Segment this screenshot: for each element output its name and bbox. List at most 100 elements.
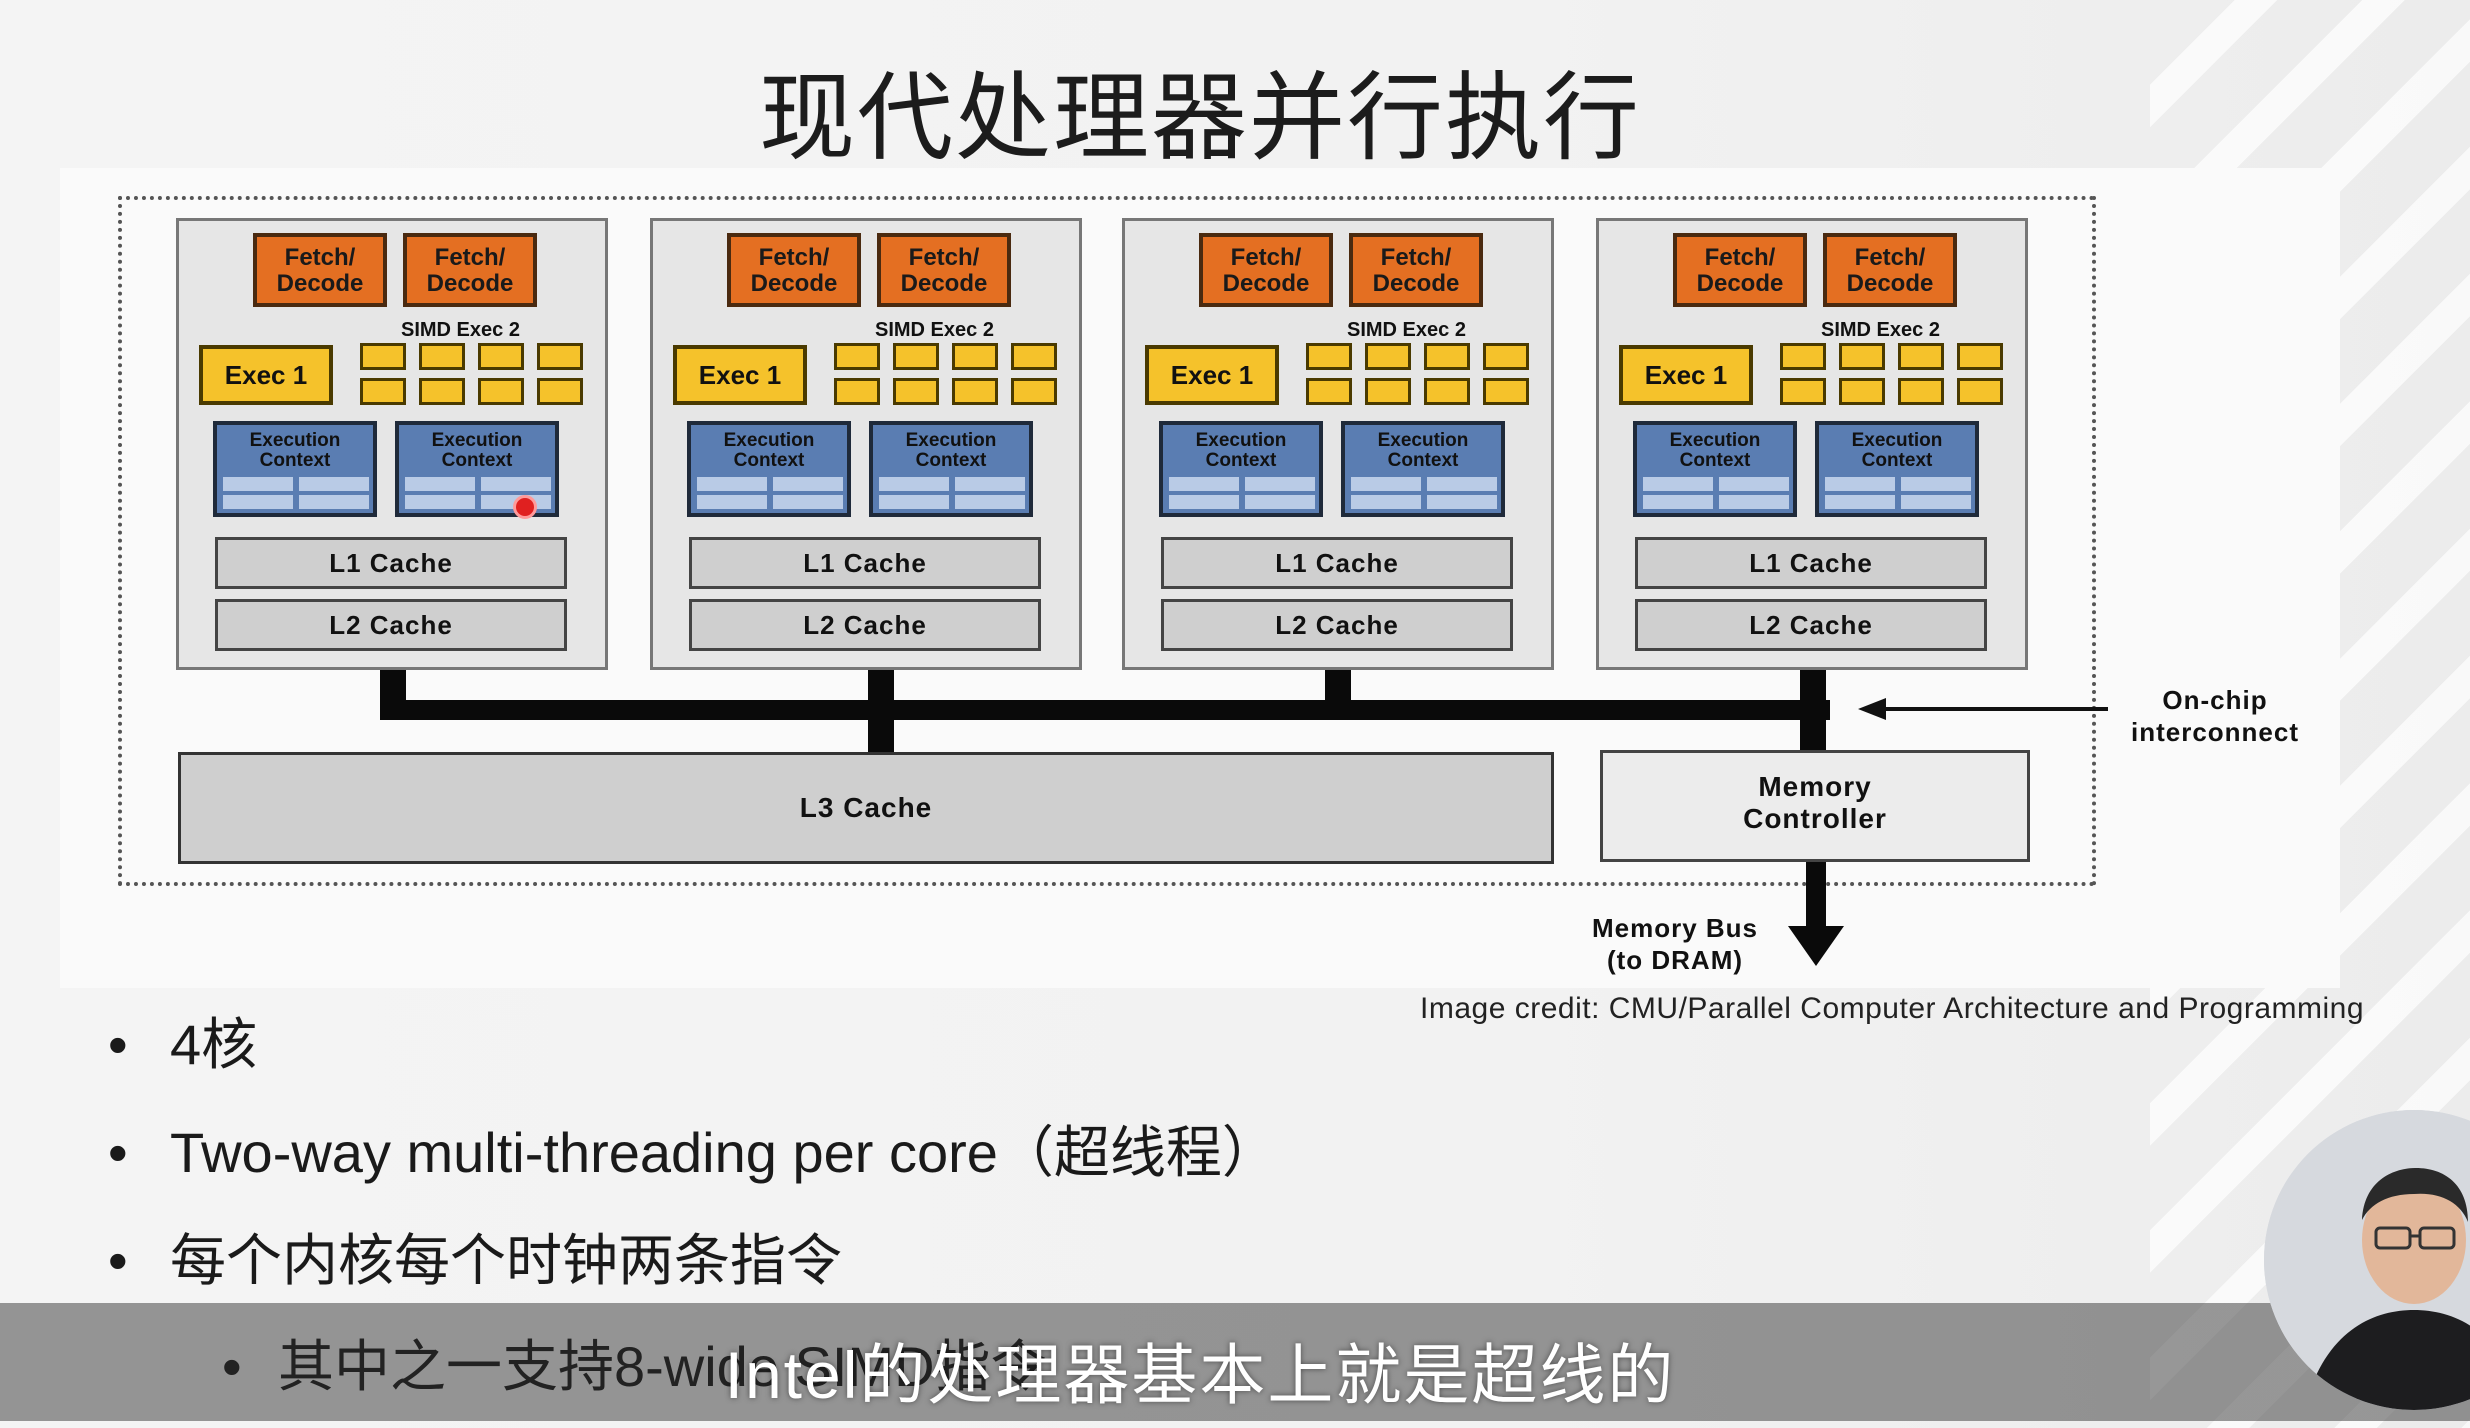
execution-context: Execution Context — [1159, 421, 1323, 517]
context-register — [773, 495, 843, 509]
memory-bus-arrow — [1788, 862, 1844, 966]
bullet-3: • 每个内核每个时钟两条指令 — [108, 1229, 842, 1292]
interconnect-arrow — [1858, 698, 2108, 720]
context-register — [1901, 495, 1971, 509]
simd-alu — [1011, 378, 1057, 405]
context-register — [1169, 477, 1239, 491]
context-register — [1901, 477, 1971, 491]
context-register — [955, 477, 1025, 491]
execution-context: Execution Context — [213, 421, 377, 517]
simd-alu — [1306, 343, 1352, 370]
l2-cache: L2 Cache — [1161, 599, 1513, 651]
bullet-2: • Two-way multi-threading per core（超线程） — [108, 1121, 1278, 1184]
fetch-decode-unit: Fetch/ Decode — [1823, 233, 1957, 307]
execution-context-label: Execution Context — [1669, 430, 1761, 471]
simd-exec-label: SIMD Exec 2 — [875, 319, 994, 341]
fetch-decode-unit: Fetch/ Decode — [877, 233, 1011, 307]
execution-context: Execution Context — [687, 421, 851, 517]
bullet-3-text: 每个内核每个时钟两条指令 — [170, 1229, 842, 1292]
exec-1-unit: Exec 1 — [199, 345, 333, 405]
simd-alu — [1424, 343, 1470, 370]
context-register — [1719, 477, 1789, 491]
context-register — [955, 495, 1025, 509]
image-credit: Image credit: CMU/Parallel Computer Arch… — [1420, 992, 2365, 1025]
simd-alu — [419, 343, 465, 370]
core-4-bus-link — [1800, 670, 1826, 752]
simd-alu — [360, 343, 406, 370]
execution-context: Execution Context — [869, 421, 1033, 517]
context-register — [1351, 477, 1421, 491]
l2-cache: L2 Cache — [689, 599, 1041, 651]
simd-alu — [1780, 343, 1826, 370]
onchip-interconnect-label: On-chip interconnect — [2130, 685, 2300, 747]
bullet-1-text: 4核 — [170, 1013, 258, 1076]
simd-alu — [1957, 343, 2003, 370]
context-register — [1643, 495, 1713, 509]
context-register — [1427, 477, 1497, 491]
exec-1-unit: Exec 1 — [1619, 345, 1753, 405]
context-register — [405, 495, 475, 509]
execution-context-label: Execution Context — [905, 430, 997, 471]
context-register — [773, 477, 843, 491]
l2-cache: L2 Cache — [215, 599, 567, 651]
l1-cache: L1 Cache — [1635, 537, 1987, 589]
simd-alu — [1424, 378, 1470, 405]
execution-context: Execution Context — [1633, 421, 1797, 517]
simd-alu — [1011, 343, 1057, 370]
simd-alu — [360, 378, 406, 405]
simd-alu — [952, 343, 998, 370]
simd-alu — [1483, 343, 1529, 370]
fetch-decode-unit: Fetch/ Decode — [1673, 233, 1807, 307]
simd-alu — [893, 343, 939, 370]
fetch-decode-unit: Fetch/ Decode — [253, 233, 387, 307]
context-register — [1719, 495, 1789, 509]
slide-title: 现代处理器并行执行 — [759, 65, 1641, 172]
simd-alu — [537, 378, 583, 405]
core-3-bus-link — [1325, 670, 1351, 720]
interconnect-bus — [380, 700, 1830, 720]
simd-alu — [537, 343, 583, 370]
context-register — [1825, 477, 1895, 491]
fetch-decode-unit: Fetch/ Decode — [727, 233, 861, 307]
simd-alu — [1839, 378, 1885, 405]
context-register — [299, 477, 369, 491]
context-register — [223, 495, 293, 509]
core-1-bus-link — [380, 670, 406, 720]
exec-1-unit: Exec 1 — [673, 345, 807, 405]
simd-alu — [1306, 378, 1352, 405]
execution-context-label: Execution Context — [1377, 430, 1469, 471]
simd-alu — [478, 343, 524, 370]
execution-context-label: Execution Context — [1195, 430, 1287, 471]
l1-cache: L1 Cache — [215, 537, 567, 589]
context-register — [1351, 495, 1421, 509]
simd-alu — [893, 378, 939, 405]
context-register — [879, 477, 949, 491]
core-2: Fetch/ Decode Fetch/ Decode SIMD Exec 2 Exe… — [650, 218, 1082, 670]
core-3: Fetch/ Decode Fetch/ Decode SIMD Exec 2 Exe… — [1122, 218, 1554, 670]
l1-cache: L1 Cache — [689, 537, 1041, 589]
context-register — [1427, 495, 1497, 509]
core-1: Fetch/ Decode Fetch/ Decode SIMD Exec 2 Exe… — [176, 218, 608, 670]
l1-cache: L1 Cache — [1161, 537, 1513, 589]
simd-alu — [952, 378, 998, 405]
simd-alu — [1898, 343, 1944, 370]
context-register — [223, 477, 293, 491]
video-subtitle: Intel的处理器基本上就是超线的 — [724, 1338, 1676, 1412]
context-register — [481, 477, 551, 491]
memory-bus-label: Memory Bus (to DRAM) — [1591, 913, 1759, 975]
context-register — [405, 477, 475, 491]
context-register — [697, 495, 767, 509]
core-4: Fetch/ Decode Fetch/ Decode SIMD Exec 2 Exe… — [1596, 218, 2028, 670]
context-register — [299, 495, 369, 509]
simd-alu — [1957, 378, 2003, 405]
context-register — [1169, 495, 1239, 509]
simd-alu — [834, 343, 880, 370]
simd-alu — [1365, 378, 1411, 405]
laser-pointer — [513, 495, 537, 519]
simd-alu — [1898, 378, 1944, 405]
execution-context-label: Execution Context — [249, 430, 341, 471]
simd-alu — [1839, 343, 1885, 370]
execution-context: Execution Context — [1815, 421, 1979, 517]
execution-context-label: Execution Context — [1851, 430, 1943, 471]
exec-1-unit: Exec 1 — [1145, 345, 1279, 405]
